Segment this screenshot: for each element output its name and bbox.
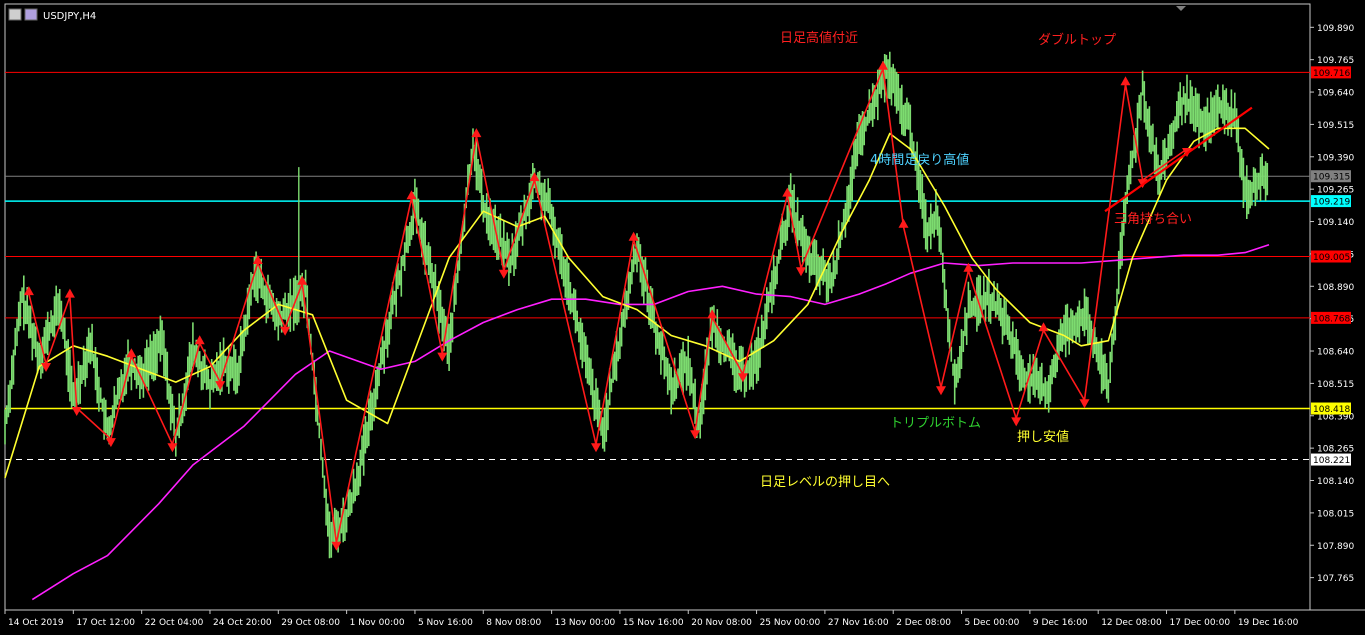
y-tick-label: 109.890 (1317, 24, 1354, 34)
price-chart[interactable]: USDJPY,H4 109.890 109.765 109.640 109.515 10… (0, 0, 1365, 635)
y-tick-label: 107.765 (1317, 574, 1354, 584)
annotation-daily-pullback: 日足レベルの押し目へ (760, 475, 890, 490)
chart-window-icon (8, 8, 22, 21)
y-tick-label: 109.390 (1317, 153, 1354, 163)
y-tick-label: 108.640 (1317, 348, 1354, 358)
y-tick-label: 108.015 (1317, 509, 1354, 519)
y-tick-label: 109.765 (1317, 56, 1354, 66)
symbol-icon (24, 8, 38, 21)
y-tick-label: 109.265 (1317, 186, 1354, 196)
y-tick-label: 108.890 (1317, 283, 1354, 293)
annotation-h4-pullback-high: 4時間足戻り高値 (870, 152, 969, 168)
annotation-push-low: 押し安値 (1017, 429, 1069, 445)
x-tick-label: 17 Dec 00:00 (1170, 618, 1231, 628)
annotation-triple-bottom: トリプルボトム (890, 416, 981, 431)
level-price-text: 109.315 (1313, 173, 1350, 183)
x-tick-label: 29 Oct 08:00 (281, 618, 340, 628)
x-tick-label: 5 Nov 16:00 (418, 618, 473, 628)
level-price-text: 108.221 (1313, 456, 1350, 466)
x-tick-label: 20 Nov 08:00 (691, 618, 752, 628)
y-tick-label: 109.640 (1317, 89, 1354, 99)
chart-symbol-title: USDJPY,H4 (43, 11, 96, 22)
level-price-text: 108.768 (1313, 314, 1350, 324)
y-tick-label: 109.140 (1317, 218, 1354, 228)
x-tick-label: 5 Dec 00:00 (965, 618, 1020, 628)
x-tick-label: 9 Dec 16:00 (1033, 618, 1088, 628)
x-tick-label: 17 Oct 12:00 (76, 618, 135, 628)
level-price-text: 109.219 (1313, 198, 1350, 208)
level-price-text: 108.418 (1313, 405, 1350, 415)
x-tick-label: 27 Nov 16:00 (828, 618, 889, 628)
x-tick-label: 14 Oct 2019 (8, 618, 64, 628)
x-tick-label: 1 Nov 00:00 (350, 618, 405, 628)
y-tick-label: 108.515 (1317, 380, 1354, 390)
y-tick-label: 109.515 (1317, 121, 1354, 131)
x-tick-label: 24 Oct 20:00 (213, 618, 272, 628)
x-tick-label: 2 Dec 08:00 (896, 618, 951, 628)
x-tick-label: 25 Nov 00:00 (760, 618, 821, 628)
x-tick-label: 8 Nov 08:00 (486, 618, 541, 628)
annotation-triangle: 三角持ち合い (1114, 212, 1192, 227)
y-tick-label: 108.265 (1317, 445, 1354, 455)
x-tick-label: 22 Oct 04:00 (145, 618, 204, 628)
annotation-daily-high: 日足高値付近 (780, 30, 858, 46)
y-tick-label: 108.140 (1317, 477, 1354, 487)
x-tick-label: 15 Nov 16:00 (623, 618, 684, 628)
y-tick-label: 107.890 (1317, 542, 1354, 552)
x-tick-label: 12 Dec 08:00 (1101, 618, 1162, 628)
annotation-double-top: ダブルトップ (1038, 32, 1116, 48)
level-price-text: 109.005 (1313, 253, 1350, 263)
level-price-text: 109.716 (1313, 69, 1350, 79)
x-tick-label: 19 Dec 16:00 (1238, 618, 1299, 628)
x-tick-label: 13 Nov 00:00 (555, 618, 616, 628)
